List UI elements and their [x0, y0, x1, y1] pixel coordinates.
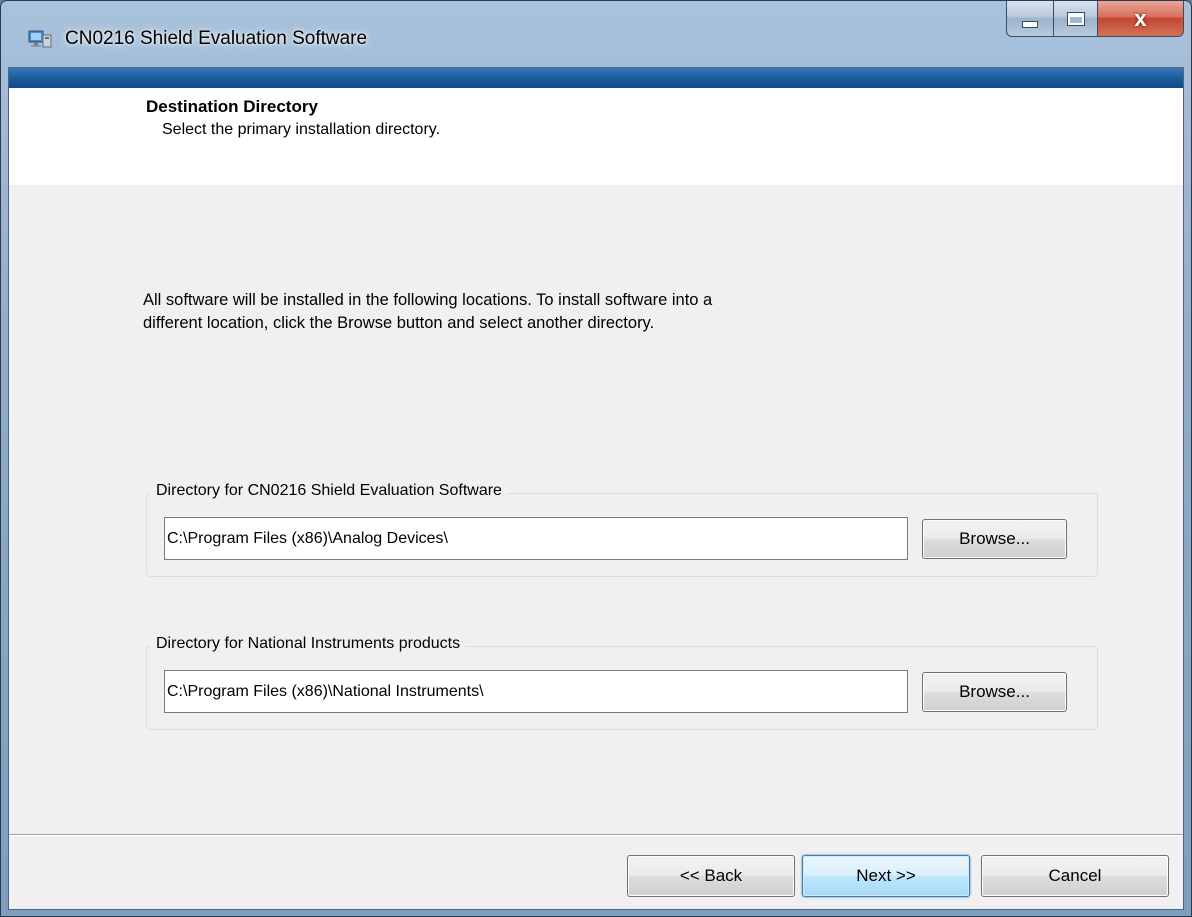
- back-button[interactable]: << Back: [627, 855, 795, 897]
- directory-group-label: Directory for CN0216 Shield Evaluation S…: [151, 482, 507, 500]
- next-button[interactable]: Next >>: [802, 855, 970, 897]
- maximize-icon: [1066, 11, 1085, 26]
- accent-strip: [9, 68, 1183, 88]
- directory-group-software: Directory for CN0216 Shield Evaluation S…: [146, 482, 1098, 577]
- cancel-button[interactable]: Cancel: [981, 855, 1169, 897]
- browse-software-button[interactable]: Browse...: [922, 519, 1067, 559]
- footer-divider: [9, 834, 1183, 836]
- page-subtitle: Select the primary installation director…: [162, 121, 441, 138]
- software-directory-input[interactable]: C:\Program Files (x86)\Analog Devices\: [164, 517, 908, 560]
- browse-ni-button[interactable]: Browse...: [922, 672, 1067, 712]
- installer-window: CN0216 Shield Evaluation Software x Dest…: [0, 0, 1192, 917]
- directory-group-label: Directory for National Instruments produ…: [151, 635, 466, 653]
- dialog-client-area: Destination Directory Select the primary…: [8, 67, 1184, 910]
- minimize-button[interactable]: [1006, 1, 1054, 37]
- page-title: Destination Directory: [146, 97, 318, 116]
- maximize-button[interactable]: [1054, 1, 1098, 37]
- caption-buttons: x: [1006, 1, 1184, 41]
- minimize-icon: [1022, 21, 1038, 28]
- installer-monitor-icon: [28, 30, 52, 48]
- directory-group-ni: Directory for National Instruments produ…: [146, 635, 1098, 730]
- window-title: CN0216 Shield Evaluation Software: [65, 28, 368, 49]
- close-icon: x: [1134, 5, 1147, 31]
- ni-directory-input[interactable]: C:\Program Files (x86)\National Instrume…: [164, 670, 908, 713]
- intro-text: All software will be installed in the fo…: [143, 291, 713, 332]
- wizard-header: Destination Directory Select the primary…: [9, 88, 1183, 185]
- close-button[interactable]: x: [1098, 1, 1184, 37]
- title-bar[interactable]: CN0216 Shield Evaluation Software x: [1, 1, 1191, 67]
